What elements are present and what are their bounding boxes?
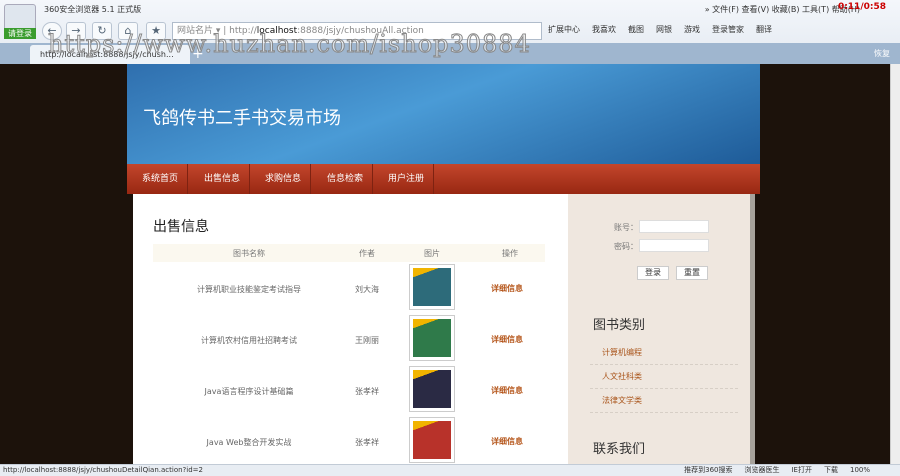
table-row: 计算机农村信用社招聘考试 王刚丽 详细信息 (153, 315, 545, 365)
book-author: 张孝祥 (355, 438, 379, 447)
detail-link[interactable]: 详细信息 (491, 283, 523, 294)
book-author: 刘大海 (355, 285, 379, 294)
account-input[interactable] (639, 220, 709, 233)
status-item[interactable]: IE打开 (791, 466, 812, 474)
nav-home[interactable]: 系统首页 (133, 164, 189, 194)
browser-login-button[interactable]: 请登录 (4, 28, 36, 39)
contact-heading: 联系我们 (593, 442, 646, 457)
status-tools: 推荐到360搜索 浏览器医生 IE打开 下载 100% (672, 465, 870, 475)
reset-button[interactable]: 重置 (676, 266, 708, 280)
detail-link[interactable]: 详细信息 (491, 385, 523, 396)
bank[interactable]: 网银 (656, 25, 672, 34)
scrollbar[interactable] (890, 64, 900, 464)
toolbar: 扩展中心 我喜欢 截图 网银 游戏 登录管家 翻译 (548, 24, 784, 35)
nav-buy[interactable]: 求购信息 (256, 164, 312, 194)
category-item[interactable]: 人文社科类 (590, 365, 738, 389)
book-name: 计算机农村信用社招聘考试 (201, 336, 297, 345)
login-button[interactable]: 登录 (637, 266, 669, 280)
book-author: 王刚丽 (355, 336, 379, 345)
page-title: 出售信息 (153, 219, 209, 235)
status-item[interactable]: 推荐到360搜索 (684, 466, 732, 474)
restore-button[interactable]: 恢复 (874, 48, 890, 59)
col-name: 图书名称 (233, 249, 265, 258)
extension-center[interactable]: 扩展中心 (548, 25, 580, 34)
zoom-level[interactable]: 100% (850, 466, 870, 474)
password-label: 密码： (614, 242, 638, 251)
status-item[interactable]: 浏览器医生 (744, 466, 779, 474)
password-input[interactable] (639, 239, 709, 252)
book-cover[interactable] (409, 264, 455, 310)
menu-bar[interactable]: » 文件(F) 查看(V) 收藏(B) 工具(T) 帮助(H) (705, 4, 860, 15)
status-item[interactable]: 下载 (824, 466, 838, 474)
book-name: Java Web整合开发实战 (206, 438, 292, 447)
watermark: https://www.huzhan.com/ishop30884 (48, 30, 531, 59)
table-row: Java语言程序设计基础篇 张孝祥 详细信息 (153, 366, 545, 416)
window-title: 360安全浏览器 5.1 正式版 (44, 5, 142, 14)
games[interactable]: 游戏 (684, 25, 700, 34)
col-author: 作者 (359, 249, 375, 258)
site-title: 飞鸽传书二手书交易市场 (143, 108, 341, 129)
screenshot[interactable]: 截图 (628, 25, 644, 34)
book-author: 张孝祥 (355, 387, 379, 396)
category-item[interactable]: 计算机编程 (590, 341, 738, 365)
nav-search[interactable]: 信息检索 (318, 164, 374, 194)
book-cover[interactable] (409, 366, 455, 412)
category-item[interactable]: 法律文学类 (590, 389, 738, 413)
col-action: 操作 (502, 249, 518, 258)
account-label: 账号： (614, 223, 638, 232)
table-row: 计算机职业技能鉴定考试指导 刘大海 详细信息 (153, 264, 545, 314)
detail-link[interactable]: 详细信息 (491, 334, 523, 345)
nav-register[interactable]: 用户注册 (379, 164, 435, 194)
login-manager[interactable]: 登录管家 (712, 25, 744, 34)
detail-link[interactable]: 详细信息 (491, 436, 523, 447)
book-name: 计算机职业技能鉴定考试指导 (197, 285, 301, 294)
table-header: 图书名称 作者 图片 操作 (153, 244, 545, 262)
translate[interactable]: 翻译 (756, 25, 772, 34)
col-image: 图片 (424, 249, 440, 258)
book-cover[interactable] (409, 417, 455, 463)
timer: 0:11/0:58 (837, 2, 886, 12)
book-cover[interactable] (409, 315, 455, 361)
table-row: Java Web整合开发实战 张孝祥 详细信息 (153, 417, 545, 467)
like[interactable]: 我喜欢 (592, 25, 616, 34)
nav-sell[interactable]: 出售信息 (195, 164, 251, 194)
book-name: Java语言程序设计基础篇 (204, 387, 294, 396)
category-heading: 图书类别 (593, 318, 646, 333)
